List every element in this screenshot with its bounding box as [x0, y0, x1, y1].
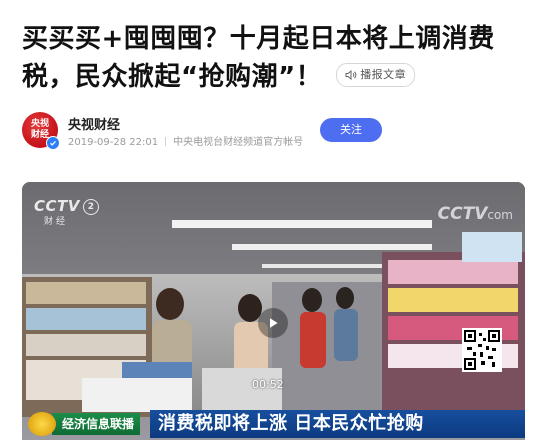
video-duration: 00:52: [252, 378, 284, 391]
play-button[interactable]: [258, 308, 288, 338]
follow-button[interactable]: 关注: [320, 118, 382, 142]
meta-divider: [165, 137, 167, 146]
program-name: 经济信息联播: [52, 413, 141, 435]
channel-logo: CCTV 2 财经: [34, 196, 99, 227]
watermark-suffix: com: [487, 208, 513, 222]
read-article-button[interactable]: 播报文章: [336, 63, 416, 87]
watermark-text: CCTV: [437, 204, 488, 224]
article-title-line1: 买买买+囤囤囤？十月起日本将上调消费: [22, 24, 495, 54]
play-icon: [270, 318, 278, 328]
news-banner: 经济信息联播 消费税即将上涨 日本民众忙抢购: [22, 408, 525, 440]
article-title-line2: 税，民众掀起“抢购潮”！: [22, 62, 323, 92]
speaker-icon: [345, 69, 357, 81]
author-description: 中央电视台财经频道官方帐号: [173, 137, 304, 148]
channel-subtitle: 财经: [44, 217, 69, 227]
channel-number: 2: [82, 199, 99, 215]
banner-headline: 消费税即将上涨 日本民众忙抢购: [150, 410, 525, 438]
video-player[interactable]: CCTV 2 财经 CCTVcom 00:52 经济信息联播 消费税即将上涨 日本…: [22, 182, 525, 440]
article-title: 买买买+囤囤囤？十月起日本将上调消费 税，民众掀起“抢购潮”！ 播报文章: [22, 20, 532, 96]
verified-badge-icon: [46, 136, 60, 150]
qr-code: [462, 328, 502, 372]
publish-timestamp: 2019-09-28 22:01: [68, 137, 159, 148]
program-emblem-icon: [28, 412, 56, 436]
read-article-label: 播报文章: [360, 68, 407, 81]
watermark-logo: CCTVcom: [438, 204, 513, 224]
author-name[interactable]: 央视财经: [68, 114, 120, 133]
author-meta: 2019-09-28 22:01 中央电视台财经频道官方帐号: [68, 133, 303, 148]
author-row: 央视财经 央视财经 2019-09-28 22:01 中央电视台财经频道官方帐号 …: [22, 112, 532, 152]
channel-logo-text: CCTV: [34, 197, 80, 215]
